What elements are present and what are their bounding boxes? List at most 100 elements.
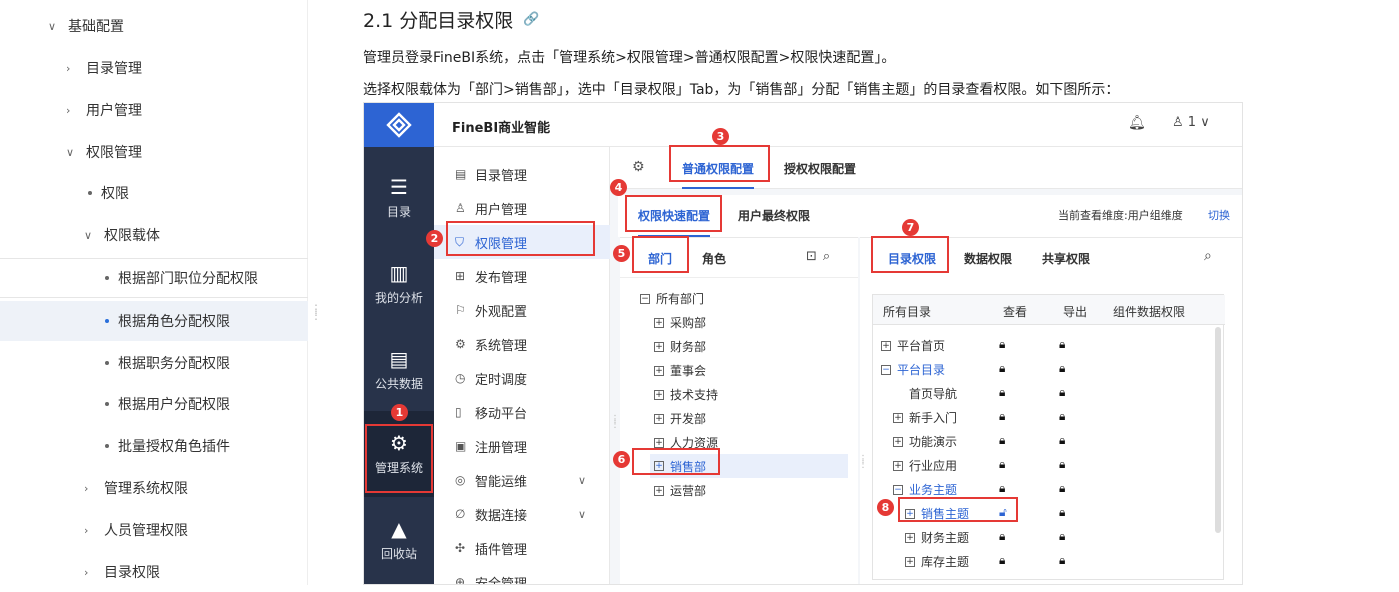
tree-node[interactable]: + 财务部 xyxy=(654,338,706,355)
expand-icon: + xyxy=(654,365,664,376)
tab-role[interactable]: 角色 xyxy=(702,250,726,267)
expand-icon: + xyxy=(654,437,664,448)
lock-icon[interactable]: 🔒︎ xyxy=(1059,337,1065,352)
lock-settings-icon[interactable]: ⊡ xyxy=(806,249,823,264)
nav-item-permission-carrier[interactable]: ∨ 权限载体 xyxy=(0,215,308,255)
tab-quick-config[interactable]: 权限快速配置 xyxy=(638,207,711,237)
tab-data-permission[interactable]: 数据权限 xyxy=(964,250,1012,267)
tree-node[interactable]: + 运营部 xyxy=(654,482,706,499)
menu-data-connection[interactable]: ∅ 数据连接 ∨ xyxy=(434,497,610,531)
lock-icon[interactable]: 🔒︎ xyxy=(999,457,1005,472)
table-row[interactable]: + 行业应用 🔒︎ 🔒︎ xyxy=(873,453,1213,477)
lock-icon[interactable]: 🔒︎ xyxy=(1059,385,1065,400)
menu-catalog-mgmt[interactable]: ▤ 目录管理 xyxy=(434,157,610,191)
lock-icon[interactable]: 🔒︎ xyxy=(999,385,1005,400)
tree-node[interactable]: − 所有部门 xyxy=(640,290,704,307)
leftbar-recycle-bin[interactable]: ▲ 回收站 xyxy=(364,497,434,583)
sidebar-resize-handle[interactable]: ⋮ ⋮ xyxy=(310,303,322,321)
menu-smart-ops[interactable]: ◎ 智能运维 ∨ xyxy=(434,463,610,497)
nav-item-basic-config[interactable]: ∨ 基础配置 xyxy=(0,6,308,46)
tree-node[interactable]: + 技术支持 xyxy=(654,386,718,403)
tree-node[interactable]: + 采购部 xyxy=(654,314,706,331)
nav-item-user-mgmt[interactable]: › 用户管理 xyxy=(0,90,308,130)
table-row-sales-topic[interactable]: + 销售主题 🔓︎ 🔒︎ xyxy=(873,501,1213,525)
lock-icon[interactable]: 🔒︎ xyxy=(999,433,1005,448)
menu-system-mgmt[interactable]: ⚙ 系统管理 xyxy=(434,327,610,361)
menu-schedule[interactable]: ◷ 定时调度 xyxy=(434,361,610,395)
chevron-down-icon: ∨ xyxy=(1200,115,1210,130)
leftbar-system-mgmt[interactable]: ⚙ 管理系统 xyxy=(364,411,434,497)
splitter-handle[interactable]: ⋮ ⋮ xyxy=(610,415,620,430)
nav-item-batch-role-plugin[interactable]: 批量授权角色插件 xyxy=(0,426,308,466)
lock-icon[interactable]: 🔒︎ xyxy=(1059,409,1065,424)
lock-icon[interactable]: 🔒︎ xyxy=(1059,481,1065,496)
search-icon[interactable]: ⌕ xyxy=(1204,248,1212,264)
switch-link[interactable]: 切换 xyxy=(1208,207,1230,223)
tree-node[interactable]: + 人力资源 xyxy=(654,434,718,451)
search-icon[interactable]: ⌕ xyxy=(823,249,836,264)
tab-grant-permission[interactable]: 授权权限配置 xyxy=(784,160,856,177)
menu-security-mgmt[interactable]: ⊕ 安全管理 xyxy=(434,565,610,584)
lock-icon[interactable]: 🔒︎ xyxy=(1059,505,1065,520)
menu-plugin-mgmt[interactable]: ✣ 插件管理 xyxy=(434,531,610,565)
nav-item-catalog-mgmt[interactable]: › 目录管理 xyxy=(0,48,308,88)
leftbar-public-data[interactable]: ▤ 公共数据 xyxy=(364,327,434,413)
lock-icon[interactable]: 🔒︎ xyxy=(1059,529,1065,544)
lock-icon[interactable]: 🔒︎ xyxy=(1059,361,1065,376)
lock-icon[interactable]: 🔒︎ xyxy=(1059,433,1065,448)
nav-item-permission-mgmt[interactable]: ∨ 权限管理 xyxy=(0,132,308,172)
table-row[interactable]: + 新手入门 🔒︎ 🔒︎ xyxy=(873,405,1213,429)
table-row[interactable]: − 平台目录 🔒︎ 🔒︎ xyxy=(873,357,1213,381)
scrollbar[interactable] xyxy=(1215,327,1221,533)
nav-item-by-role[interactable]: 根据角色分配权限 xyxy=(0,301,308,341)
menu-mobile[interactable]: ▯ 移动平台 xyxy=(434,395,610,429)
nav-item-permission[interactable]: 权限 xyxy=(0,173,308,213)
tree-node[interactable]: + 开发部 xyxy=(654,410,706,427)
bell-icon[interactable]: 🔔︎ xyxy=(1128,115,1146,131)
unlock-icon[interactable]: 🔓︎ xyxy=(999,505,1007,520)
bullet-icon xyxy=(105,319,109,323)
table-row[interactable]: + 平台首页 🔒︎ 🔒︎ xyxy=(873,333,1213,357)
chevron-down-icon: ∨ xyxy=(66,145,75,159)
gear-icon[interactable]: ⚙ xyxy=(632,159,645,175)
lock-icon[interactable]: 🔒︎ xyxy=(999,481,1005,496)
menu-permission-mgmt[interactable]: ⛉ 权限管理 xyxy=(434,225,610,259)
user-menu[interactable]: ♙ 1 ∨ xyxy=(1172,115,1210,130)
link-icon[interactable]: 🔗 xyxy=(523,12,539,27)
lock-icon[interactable]: 🔒︎ xyxy=(999,553,1005,568)
menu-register[interactable]: ▣ 注册管理 xyxy=(434,429,610,463)
tab-share-permission[interactable]: 共享权限 xyxy=(1042,250,1090,267)
menu-publish-mgmt[interactable]: ⊞ 发布管理 xyxy=(434,259,610,293)
tab-normal-permission[interactable]: 普通权限配置 xyxy=(682,160,755,189)
table-row[interactable]: + 库存主题 🔒︎ 🔒︎ xyxy=(873,549,1213,573)
lock-icon[interactable]: 🔒︎ xyxy=(999,529,1005,544)
tab-final-permission[interactable]: 用户最终权限 xyxy=(738,207,810,224)
nav-item-by-dept-position[interactable]: 根据部门职位分配权限 xyxy=(0,258,308,298)
lock-icon[interactable]: 🔒︎ xyxy=(999,361,1005,376)
tab-catalog-permission[interactable]: 目录权限 xyxy=(888,250,936,267)
table-row[interactable]: + 功能演示 🔒︎ 🔒︎ xyxy=(873,429,1213,453)
splitter-handle[interactable]: ⋮ ⋮ xyxy=(858,455,868,470)
menu-user-mgmt[interactable]: ♙ 用户管理 xyxy=(434,191,610,225)
leftbar-catalog[interactable]: ☰ 目录 xyxy=(364,155,434,241)
menu-appearance[interactable]: ⚐ 外观配置 xyxy=(434,293,610,327)
nav-item-system-permission[interactable]: › 管理系统权限 xyxy=(0,468,308,508)
lock-icon[interactable]: 🔒︎ xyxy=(999,409,1005,424)
nav-item-personnel-permission[interactable]: › 人员管理权限 xyxy=(0,510,308,550)
table-row[interactable]: + 财务主题 🔒︎ 🔒︎ xyxy=(873,525,1213,549)
table-row[interactable]: 首页导航 🔒︎ 🔒︎ xyxy=(873,381,1213,405)
shield-icon: ⛉ xyxy=(455,234,465,249)
lock-icon[interactable]: 🔒︎ xyxy=(999,337,1005,352)
lock-icon[interactable]: 🔒︎ xyxy=(1059,457,1065,472)
nav-item-catalog-permission[interactable]: › 目录权限 xyxy=(0,552,308,592)
tab-department[interactable]: 部门 xyxy=(648,250,672,267)
tree-node[interactable]: + 董事会 xyxy=(654,362,706,379)
user-icon: ♙ xyxy=(1172,115,1184,130)
nav-item-by-user[interactable]: 根据用户分配权限 xyxy=(0,384,308,424)
tree-node-selected[interactable]: + 销售部 xyxy=(650,454,848,478)
table-row[interactable]: − 业务主题 🔒︎ 🔒︎ xyxy=(873,477,1213,501)
nav-item-by-duty[interactable]: 根据职务分配权限 xyxy=(0,343,308,383)
lock-icon[interactable]: 🔒︎ xyxy=(1059,553,1065,568)
link-icon: ∅ xyxy=(455,507,466,521)
leftbar-my-analysis[interactable]: ▥ 我的分析 xyxy=(364,241,434,327)
